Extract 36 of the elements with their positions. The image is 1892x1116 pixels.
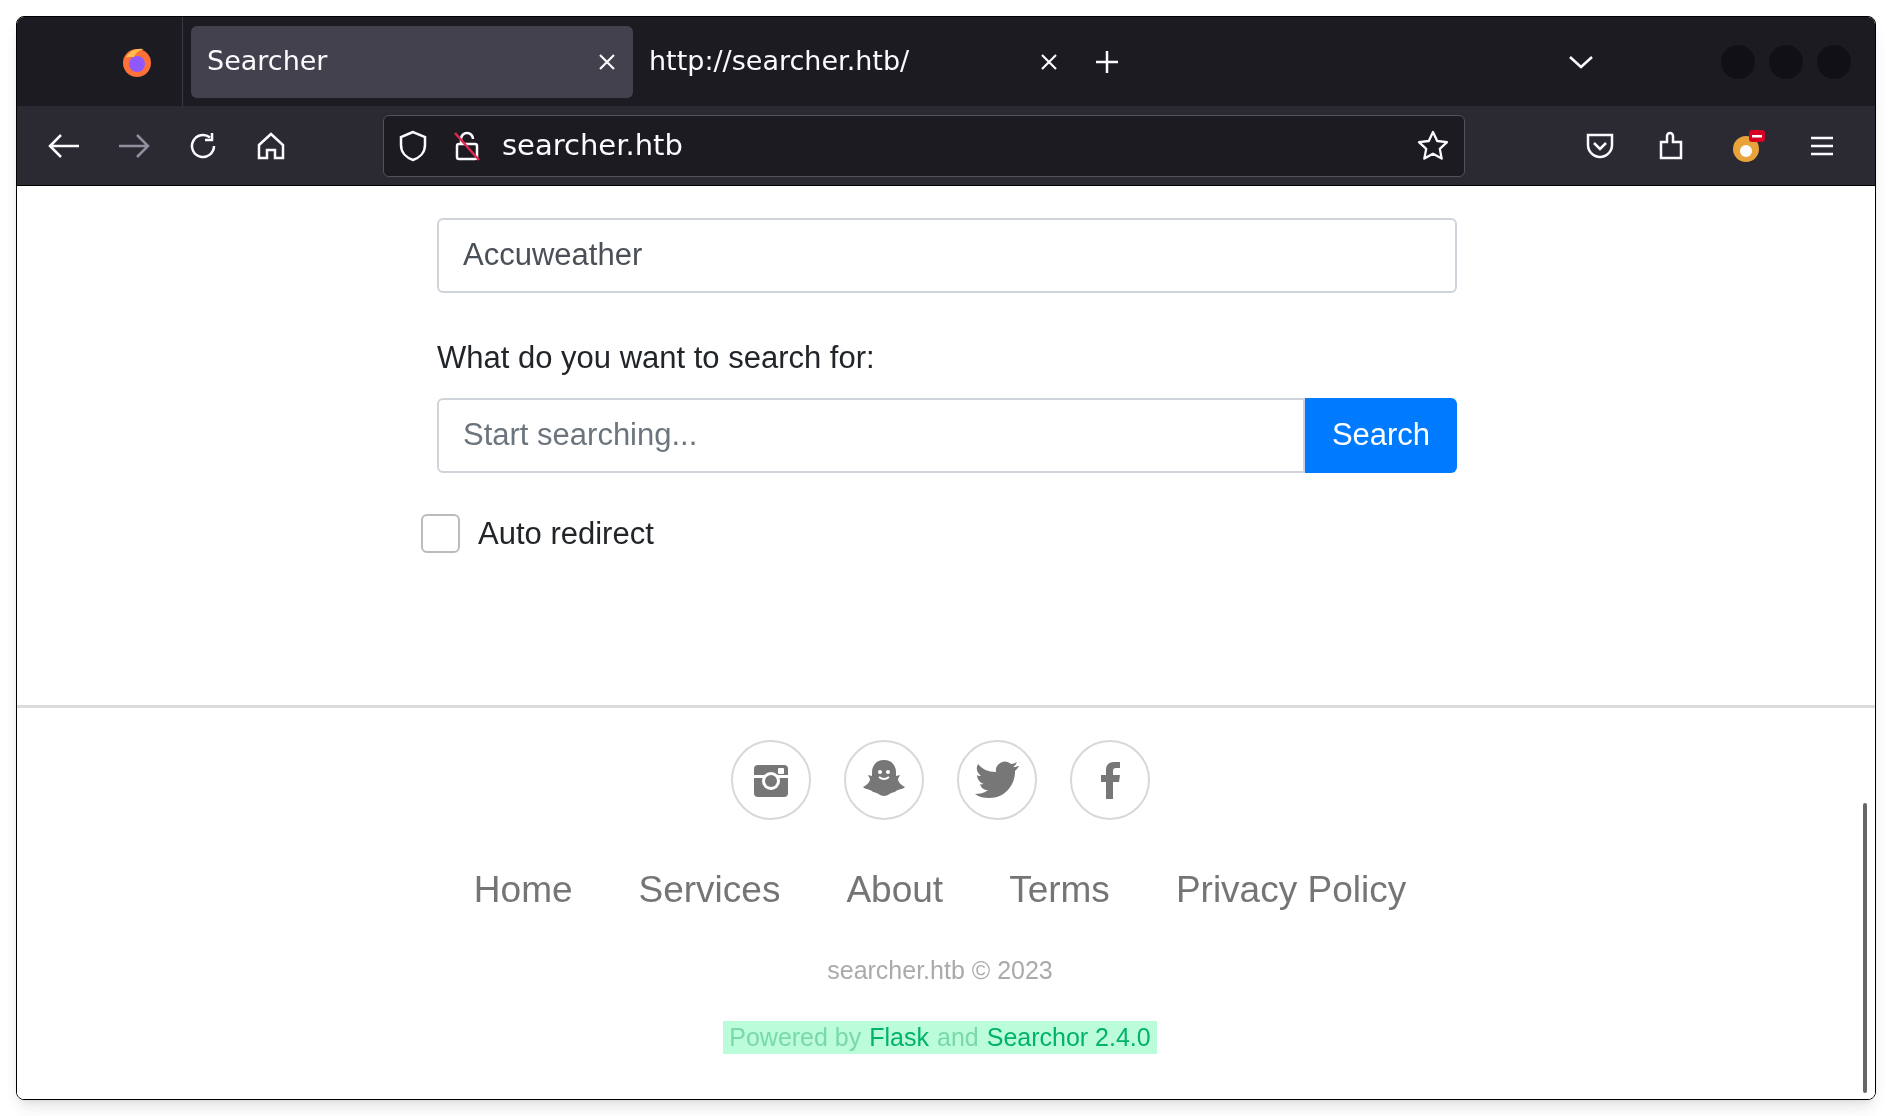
pocket-icon[interactable]	[1585, 131, 1615, 160]
footer-link[interactable]: Privacy Policy	[1175, 862, 1407, 918]
engine-select[interactable]: Accuweather	[437, 218, 1457, 293]
menu-icon[interactable]	[1809, 134, 1835, 157]
chevron-down-icon	[1568, 53, 1594, 70]
forward-arrow-icon[interactable]	[117, 131, 151, 160]
social-link[interactable]	[730, 740, 811, 820]
footer-link[interactable]: Services	[638, 862, 781, 918]
copyright-text: searcher.htb © 2023	[827, 954, 1054, 986]
browser-tab[interactable]: http://searcher.htb/	[633, 25, 1075, 98]
browser-tab[interactable]: Searcher	[191, 25, 633, 98]
search-button[interactable]: Search	[1305, 397, 1457, 473]
footer-link[interactable]: About	[846, 862, 944, 918]
search-label: What do you want to search for:	[437, 339, 875, 377]
social-link[interactable]	[956, 740, 1037, 820]
social-link[interactable]	[1069, 740, 1150, 820]
facebook-icon	[1098, 761, 1121, 799]
checkbox[interactable]	[421, 514, 460, 554]
shield-icon[interactable]	[398, 129, 428, 162]
crossed-lock-icon[interactable]	[452, 129, 482, 162]
auto-redirect-label[interactable]: Auto redirect	[478, 510, 654, 557]
credit-text: and	[937, 1021, 979, 1053]
back-arrow-icon[interactable]	[47, 131, 81, 160]
footer-link[interactable]: Home	[473, 862, 573, 918]
close-icon[interactable]	[597, 51, 617, 72]
bird-icon	[974, 761, 1019, 799]
social-link[interactable]	[843, 740, 924, 820]
close-icon[interactable]	[1039, 51, 1059, 72]
search-input-field[interactable]: Start searching...	[437, 397, 1305, 473]
scrollbar-thumb[interactable]	[1863, 803, 1867, 1093]
plus-icon	[1094, 48, 1120, 75]
credit-link[interactable]: Searchor 2.4.0	[986, 1018, 1151, 1057]
credit-link[interactable]: Flask	[869, 1018, 929, 1057]
credit-text: Powered by	[729, 1021, 862, 1053]
star-icon[interactable]	[1416, 128, 1450, 163]
footer-link[interactable]: Terms	[1009, 862, 1110, 918]
